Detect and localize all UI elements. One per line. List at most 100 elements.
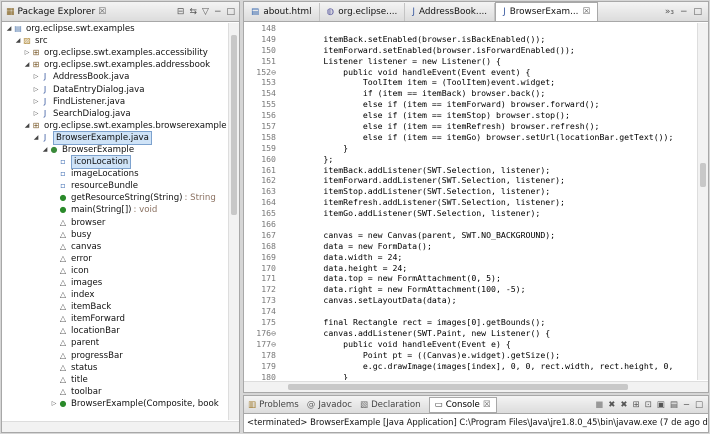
tree-item[interactable]: △ error	[2, 253, 227, 265]
expanded-arrow-icon[interactable]: ◢	[14, 35, 22, 47]
maximize-icon[interactable]: □	[693, 7, 702, 17]
code-line[interactable]: 172 data.right = new FormAttachment(100,…	[244, 284, 696, 295]
code-line[interactable]: 169 data.width = 24;	[244, 252, 696, 263]
minimize-icon[interactable]: −	[680, 7, 688, 17]
tree-item[interactable]: ▫ iconLocation	[2, 155, 227, 170]
code-line[interactable]: 148	[244, 23, 696, 34]
tree-item[interactable]: △ busy	[2, 229, 227, 241]
code-line[interactable]: 156 else if (item == itemStop) browser.s…	[244, 110, 696, 121]
code-line[interactable]: 164 itemRefresh.addListener(SWT.Selectio…	[244, 197, 696, 208]
expanded-arrow-icon[interactable]: ◢	[5, 23, 13, 35]
minimize-icon[interactable]: −	[214, 7, 222, 17]
code-line[interactable]: 180 }	[244, 372, 696, 381]
tree-item[interactable]: ◢ ▨ src	[2, 35, 227, 47]
tree-item[interactable]: ◢ ▤ org.eclipse.swt.examples	[2, 23, 227, 35]
tree-item[interactable]: ▷ J FindListener.java	[2, 96, 227, 108]
bottom-tab[interactable]: ▥ Problems	[248, 400, 299, 410]
expanded-arrow-icon[interactable]: ◢	[32, 132, 40, 144]
code-line[interactable]: 154 if (item == itemBack) browser.back()…	[244, 88, 696, 99]
collapse-all-icon[interactable]: ⊟	[177, 7, 185, 17]
tree-item[interactable]: △ browser	[2, 217, 227, 229]
tree-item[interactable]: △ images	[2, 277, 227, 289]
code-line[interactable]: 157 else if (item == itemRefresh) browse…	[244, 121, 696, 132]
collapsed-arrow-icon[interactable]: ▷	[23, 47, 31, 59]
maximize-icon[interactable]: □	[695, 400, 703, 410]
scroll-lock-icon[interactable]: ⊞	[633, 400, 640, 410]
close-icon[interactable]: ☒	[582, 7, 590, 17]
tree-item[interactable]: △ locationBar	[2, 325, 227, 337]
tree-item[interactable]: ▷ J SearchDialog.java	[2, 108, 227, 120]
code-line[interactable]: 168 data = new FormData();	[244, 241, 696, 252]
tree-item[interactable]: ▷ ● BrowserExample(Composite, book	[2, 398, 227, 410]
code-line[interactable]: 151 Listener listener = new Listener() {	[244, 56, 696, 67]
tree-item[interactable]: △ icon	[2, 265, 227, 277]
scrollbar-thumb[interactable]	[288, 384, 628, 390]
code-line[interactable]: 174	[244, 306, 696, 317]
collapsed-arrow-icon[interactable]: ▷	[50, 398, 58, 410]
editor-tab[interactable]: ▤ about.html	[244, 3, 320, 21]
tree-item[interactable]: ◢ J BrowserExample.java	[2, 130, 227, 145]
code-line[interactable]: 163 itemStop.addListener(SWT.Selection, …	[244, 186, 696, 197]
open-console-icon[interactable]: ▤	[670, 400, 678, 410]
display-selected-console-icon[interactable]: ▣	[657, 400, 665, 410]
tree-item[interactable]: ▫ resourceBundle	[2, 180, 227, 192]
collapsed-arrow-icon[interactable]: ▷	[32, 84, 40, 96]
code-line[interactable]: 162 itemForward.addListener(SWT.Selectio…	[244, 175, 696, 186]
bottom-tab[interactable]: ▧ Declaration	[360, 400, 421, 410]
minimize-icon[interactable]: −	[683, 400, 690, 410]
tree-item[interactable]: △ parent	[2, 337, 227, 349]
code-line[interactable]: 153 ToolItem item = (ToolItem)event.widg…	[244, 77, 696, 88]
code-line[interactable]: 165 itemGo.addListener(SWT.Selection, li…	[244, 208, 696, 219]
package-tree-vertical-scrollbar[interactable]	[228, 23, 239, 420]
expanded-arrow-icon[interactable]: ◢	[41, 144, 49, 156]
bottom-tab[interactable]: @ Javadoc	[307, 400, 352, 410]
close-icon[interactable]: ☒	[98, 7, 106, 17]
code-line[interactable]: 166	[244, 219, 696, 230]
code-line[interactable]: 173 canvas.setLayoutData(data);	[244, 295, 696, 306]
scrollbar-thumb[interactable]	[700, 163, 706, 187]
package-tree-horizontal-scrollbar[interactable]	[2, 421, 239, 432]
editor-tab[interactable]: J AddressBook....	[405, 3, 496, 21]
expanded-arrow-icon[interactable]: ◢	[23, 59, 31, 71]
editor-tab[interactable]: ◍ org.eclipse....	[320, 3, 406, 21]
code-line[interactable]: 179 e.gc.drawImage(images[index], 0, 0, …	[244, 361, 696, 372]
tab-package-explorer[interactable]: ▦ Package Explorer ☒	[6, 7, 106, 17]
tree-item[interactable]: △ progressBar	[2, 350, 227, 362]
tree-item[interactable]: △ index	[2, 289, 227, 301]
tree-item[interactable]: △ itemForward	[2, 313, 227, 325]
code-line[interactable]: 158 else if (item == itemGo) browser.set…	[244, 132, 696, 143]
code-line[interactable]: 175 final Rectangle rect = images[0].get…	[244, 317, 696, 328]
terminate-icon[interactable]: ■	[595, 400, 603, 410]
tree-item[interactable]: △ status	[2, 362, 227, 374]
code-line[interactable]: 155 else if (item == itemForward) browse…	[244, 99, 696, 110]
editor-vertical-scrollbar[interactable]	[697, 23, 708, 380]
tree-item[interactable]: △ canvas	[2, 241, 227, 253]
code-line[interactable]: 171 data.top = new FormAttachment(0, 5);	[244, 273, 696, 284]
remove-launch-icon[interactable]: ✖	[608, 400, 615, 410]
close-icon[interactable]: ☒	[483, 400, 491, 410]
code-editor[interactable]: 148 149 itemBack.setEnabled(browser.isBac…	[244, 23, 696, 380]
link-with-editor-icon[interactable]: ⇆	[189, 7, 197, 17]
expanded-arrow-icon[interactable]: ◢	[23, 120, 31, 132]
tree-item[interactable]: ● main(String[]): void	[2, 204, 227, 216]
tree-item[interactable]: △ toolbar	[2, 386, 227, 398]
tree-item[interactable]: ▷ J DataEntryDialog.java	[2, 83, 227, 95]
remove-all-icon[interactable]: ✖	[620, 400, 627, 410]
editor-tab[interactable]: J BrowserExam... ☒	[495, 2, 599, 21]
editor-horizontal-scrollbar[interactable]	[244, 381, 708, 392]
code-line[interactable]: 159 }	[244, 143, 696, 154]
code-line[interactable]: 161 itemBack.addListener(SWT.Selection, …	[244, 165, 696, 176]
editor-tab-overflow[interactable]: »₃	[665, 7, 674, 17]
code-line[interactable]: 150 itemForward.setEnabled(browser.isFor…	[244, 45, 696, 56]
tree-item[interactable]: ▫ imageLocations	[2, 168, 227, 180]
code-line[interactable]: 178 Point pt = ((Canvas)e.widget).getSiz…	[244, 350, 696, 361]
view-menu-icon[interactable]: ▽	[202, 7, 209, 17]
code-line[interactable]: 177⊖ public void handleEvent(Event e) {	[244, 339, 696, 350]
tree-item[interactable]: ● getResourceString(String): String	[2, 192, 227, 204]
scrollbar-thumb[interactable]	[231, 35, 237, 215]
bottom-tab[interactable]: ▭ Console ☒	[428, 396, 497, 413]
collapsed-arrow-icon[interactable]: ▷	[32, 71, 40, 83]
pin-console-icon[interactable]: ⊡	[645, 400, 652, 410]
tree-item[interactable]: △ itemBack	[2, 301, 227, 313]
code-line[interactable]: 160 };	[244, 154, 696, 165]
